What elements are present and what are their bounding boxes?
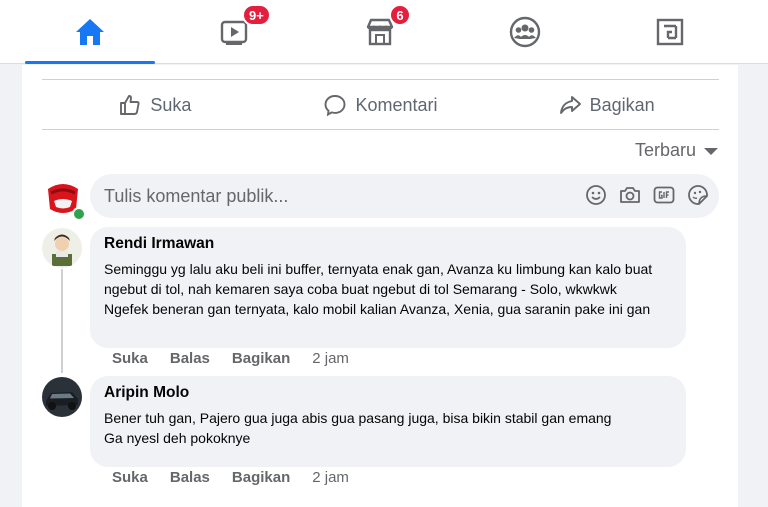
comment-author-2[interactable]: Aripin Molo <box>104 384 672 402</box>
comment-reply-button-1[interactable]: Balas <box>170 350 210 367</box>
composer-tools <box>585 184 709 206</box>
top-navigation: 9+ 6 <box>0 0 768 64</box>
tab-home[interactable] <box>25 0 155 64</box>
avatar <box>42 377 82 417</box>
comment-text-1: Seminggu yg lalu aku beli ini buffer, te… <box>104 261 653 317</box>
smiley-icon[interactable] <box>585 184 607 206</box>
groups-icon <box>509 16 541 48</box>
caret-down-icon <box>704 148 718 155</box>
comment-bubble-1: Rendi Irmawan Seminggu yg lalu aku beli … <box>90 227 686 348</box>
thread-line <box>61 269 63 373</box>
post-card: Suka Komentari Bagikan Terbaru Tulis kom… <box>22 65 738 507</box>
tab-gaming[interactable] <box>605 0 735 64</box>
comment-author-1[interactable]: Rendi Irmawan <box>104 235 672 253</box>
post-actions: Suka Komentari Bagikan <box>42 81 719 129</box>
comment-time-1[interactable]: 2 jam <box>312 350 349 367</box>
comment-reply-button-2[interactable]: Balas <box>170 469 210 486</box>
tab-groups[interactable] <box>460 0 590 64</box>
thumbs-up-icon <box>120 95 140 115</box>
home-icon <box>76 19 104 45</box>
comment-placeholder: Tulis komentar publik... <box>104 185 289 206</box>
like-label: Suka <box>150 94 192 115</box>
comment-label: Komentari <box>355 94 438 115</box>
comment-avatar-2[interactable] <box>42 377 82 417</box>
avatar <box>42 228 82 268</box>
comment-button[interactable]: Komentari <box>268 81 494 129</box>
divider-top <box>42 79 719 80</box>
current-user-avatar[interactable] <box>42 177 86 221</box>
share-button[interactable]: Bagikan <box>493 81 719 129</box>
comment-share-button-1[interactable]: Bagikan <box>232 350 290 367</box>
tab-marketplace[interactable]: 6 <box>315 0 445 64</box>
comment-share-button-2[interactable]: Bagikan <box>232 469 290 486</box>
camera-icon[interactable] <box>619 184 641 206</box>
comment-like-button-1[interactable]: Suka <box>112 350 148 367</box>
gif-icon[interactable] <box>653 184 675 206</box>
online-status-indicator <box>72 207 86 221</box>
comment-actions-1: Suka Balas Bagikan 2 jam <box>112 350 371 367</box>
comment-sort-dropdown[interactable]: Terbaru <box>635 140 718 161</box>
watch-badge: 9+ <box>242 4 271 26</box>
comment-bubble-2: Aripin Molo Bener tuh gan, Pajero gua ju… <box>90 376 686 467</box>
comment-like-button-2[interactable]: Suka <box>112 469 148 486</box>
comment-avatar-1[interactable] <box>42 228 82 268</box>
comment-icon <box>325 95 346 117</box>
marketplace-badge: 6 <box>389 4 411 26</box>
sticker-icon[interactable] <box>687 184 709 206</box>
like-button[interactable]: Suka <box>42 81 268 129</box>
gaming-icon <box>656 18 684 46</box>
share-icon <box>559 96 581 114</box>
comment-input[interactable]: Tulis komentar publik... <box>90 174 719 218</box>
sort-label: Terbaru <box>634 140 696 160</box>
divider-bottom <box>42 129 719 130</box>
comment-time-2[interactable]: 2 jam <box>312 469 349 486</box>
comment-actions-2: Suka Balas Bagikan 2 jam <box>112 469 371 486</box>
active-tab-indicator <box>25 61 155 64</box>
share-label: Bagikan <box>589 94 655 115</box>
comment-text-2: Bener tuh gan, Pajero gua juga abis gua … <box>104 410 612 446</box>
tab-watch[interactable]: 9+ <box>170 0 300 64</box>
